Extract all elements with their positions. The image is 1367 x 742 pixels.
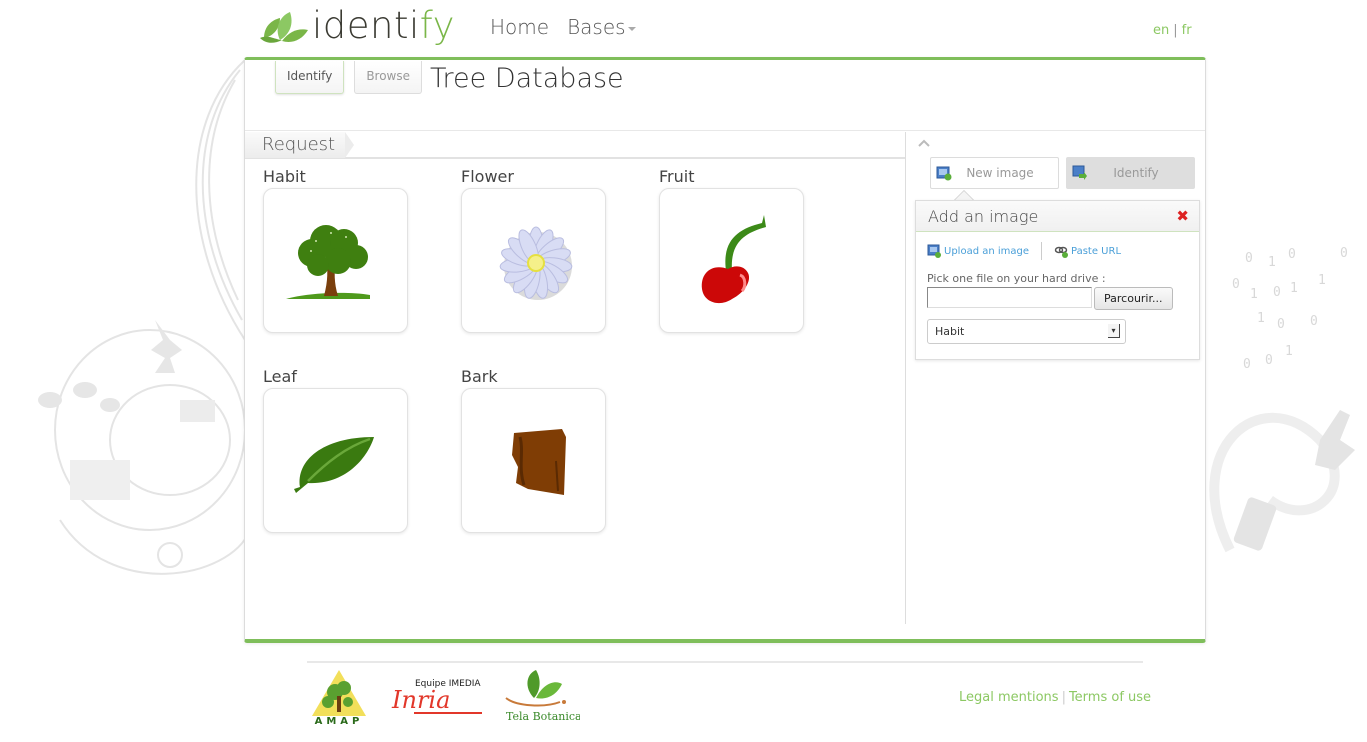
terms-of-use-link[interactable]: Terms of use <box>1069 690 1151 705</box>
upload-image-icon <box>927 244 941 258</box>
new-image-button[interactable]: New image <box>930 157 1059 189</box>
identify-label: Identify <box>1113 166 1159 180</box>
lang-en-link[interactable]: en <box>1153 23 1169 38</box>
svg-text:0: 0 <box>1232 277 1240 292</box>
close-icon[interactable]: ✖ <box>1176 201 1189 232</box>
leaf-icon <box>293 436 374 493</box>
identify-icon <box>1072 165 1087 180</box>
inria-logo[interactable]: Equipe IMEDIA Inria <box>390 676 482 716</box>
identify-button[interactable]: Identify <box>1066 157 1195 189</box>
pick-file-label: Pick one file on your hard drive : <box>927 272 1106 285</box>
chevron-up-icon[interactable] <box>917 138 931 148</box>
popover-arrow <box>954 190 974 200</box>
svg-text:1: 1 <box>1290 281 1298 296</box>
tela-botanica-logo[interactable]: Tela Botanica <box>504 668 580 724</box>
paste-url-label: Paste URL <box>1071 245 1122 257</box>
organ-leaf-button[interactable] <box>263 388 408 533</box>
panel-divider <box>905 132 906 624</box>
svg-text:1: 1 <box>1268 255 1276 270</box>
organ-fruit: Fruit <box>659 166 804 333</box>
organ-flower-button[interactable] <box>461 188 606 333</box>
organ-habit: Habit <box>263 166 408 333</box>
footer-divider <box>307 661 1143 663</box>
daisy-flower-icon <box>499 226 572 300</box>
decorative-background-left <box>38 60 250 575</box>
chevron-down-icon <box>627 26 636 31</box>
svg-text:0: 0 <box>1265 353 1273 368</box>
svg-text:0: 0 <box>1277 317 1285 332</box>
partner-logos: AMAP Equipe IMEDIA Inria Tela Botanica <box>310 668 580 724</box>
language-switcher: en | fr <box>1153 23 1192 38</box>
identify-logo[interactable]: identify <box>258 4 455 48</box>
file-picker: Parcourir... <box>916 285 1199 310</box>
svg-text:1: 1 <box>1318 273 1326 288</box>
divider <box>1041 242 1043 260</box>
add-image-panel: Add an image ✖ Upload an image Paste URL… <box>915 200 1200 360</box>
paste-url-link[interactable]: Paste URL <box>1054 244 1121 258</box>
organ-habit-button[interactable] <box>263 188 408 333</box>
footer-separator: | <box>1061 690 1066 705</box>
link-icon <box>1054 246 1069 258</box>
divider <box>245 130 1205 131</box>
site-header: identify Home Bases en | fr <box>0 0 1367 58</box>
organ-label: Leaf <box>263 367 297 386</box>
svg-text:0: 0 <box>1288 247 1296 262</box>
organ-bark-button[interactable] <box>461 388 606 533</box>
mode-tabs: Identify Browse <box>275 61 423 94</box>
organ-label: Bark <box>461 367 498 386</box>
upload-image-link[interactable]: Upload an image <box>927 244 1029 258</box>
footer-links: Legal mentions | Terms of use <box>959 690 1151 705</box>
organ-flower: Flower <box>461 166 606 333</box>
add-image-title: Add an image <box>928 207 1039 226</box>
side-actions: New image Identify <box>930 157 1195 189</box>
tab-browse[interactable]: Browse <box>354 61 423 94</box>
organ-label: Habit <box>263 167 306 186</box>
upload-image-label: Upload an image <box>944 245 1030 257</box>
lang-separator: | <box>1173 23 1178 38</box>
svg-text:0: 0 <box>1243 357 1251 372</box>
request-title: Request <box>245 132 354 158</box>
organ-label: Flower <box>461 167 514 186</box>
organ-fruit-button[interactable] <box>659 188 804 333</box>
tab-identify[interactable]: Identify <box>275 61 345 94</box>
svg-text:0: 0 <box>1340 246 1348 261</box>
tela-botanica-text: Tela Botanica <box>506 710 580 723</box>
svg-text:1: 1 <box>1257 311 1265 326</box>
main-card: Identify Browse Tree Database Request Ha… <box>244 57 1206 643</box>
leaves-logo-icon <box>260 12 308 43</box>
svg-text:1: 1 <box>1285 344 1293 359</box>
nav-home[interactable]: Home <box>490 15 549 39</box>
new-image-icon <box>936 166 952 181</box>
add-image-header: Add an image ✖ <box>916 201 1199 232</box>
svg-text:1: 1 <box>1250 287 1258 302</box>
new-image-label: New image <box>966 166 1034 180</box>
dropdown-arrow-icon: ▾ <box>1108 324 1120 338</box>
upload-options: Upload an image Paste URL <box>916 232 1199 260</box>
request-header: Request <box>245 132 905 159</box>
organ-select-value: Habit <box>935 325 965 338</box>
svg-text:0: 0 <box>1273 285 1281 300</box>
main-nav: Home Bases <box>490 15 636 39</box>
lang-fr-link[interactable]: fr <box>1182 23 1192 38</box>
organ-label: Fruit <box>659 167 695 186</box>
tree-icon <box>285 224 370 299</box>
organ-bark: Bark <box>461 366 606 533</box>
nav-bases[interactable]: Bases <box>567 15 636 39</box>
nav-bases-label: Bases <box>567 15 626 39</box>
organ-leaf: Leaf <box>263 366 408 533</box>
organ-select[interactable]: Habit ▾ <box>927 319 1126 344</box>
logo-text: identify <box>312 4 456 47</box>
cherry-icon <box>701 214 766 303</box>
amap-logo[interactable]: AMAP <box>310 668 368 724</box>
legal-mentions-link[interactable]: Legal mentions <box>959 690 1059 705</box>
bark-icon <box>511 428 566 495</box>
amap-text: AMAP <box>315 716 364 724</box>
file-path-input[interactable] <box>927 287 1092 308</box>
browse-file-button[interactable]: Parcourir... <box>1094 287 1173 310</box>
page-title: Tree Database <box>430 63 624 94</box>
decorative-background-right: 0 10 0 01 0 11 100 0 01 <box>1209 246 1355 553</box>
svg-text:0: 0 <box>1245 251 1253 266</box>
svg-text:0: 0 <box>1310 314 1318 329</box>
inria-text: Inria <box>391 686 450 714</box>
